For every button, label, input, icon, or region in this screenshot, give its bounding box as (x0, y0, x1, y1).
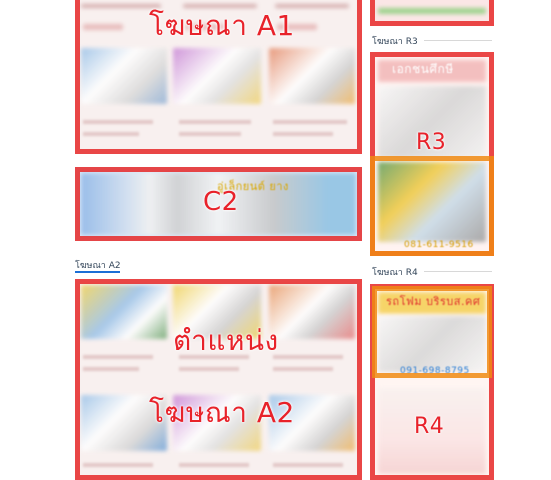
ad-slot-r4-header-text: รถโฟม บริรบส.คศ (386, 295, 481, 308)
ad-slot-r4-label: R4 (414, 414, 445, 439)
ad-slot-c2[interactable]: อู่เล็กยนต์ ยาง C2 (75, 167, 362, 241)
ad-slot-a2[interactable]: ตำแหน่ง โฆษณา A2 (75, 279, 362, 480)
section-label-r3: โฆษณา R3 (372, 34, 418, 48)
ad-slot-c2-label: C2 (203, 187, 239, 217)
ad-slot-a2-label-line1: ตำแหน่ง (173, 324, 279, 357)
ad-slot-r3-label: R3 (416, 130, 447, 155)
ad-slot-r3-header-text: เอกชนศึกษี (392, 62, 454, 76)
ad-slot-r4[interactable]: รถโฟม บริรบส.คศ 091-698-8795 R4 (370, 284, 494, 480)
section-label-r3-text: โฆษณา R3 (372, 37, 418, 47)
ad-slot-r3[interactable]: เอกชนศึกษี 081-611-9516 R3 (370, 52, 494, 256)
section-label-r4-text: โฆษณา R4 (372, 268, 418, 278)
ad-slot-a1[interactable]: โฆษณา A1 (75, 0, 362, 154)
section-label-a2-text: โฆษณา A2 (75, 261, 121, 271)
ad-slot-a1-label: โฆษณา A1 (149, 9, 295, 42)
ad-slot-r3-footer-text: 081-611-9516 (404, 240, 474, 250)
section-label-r4: โฆษณา R4 (372, 265, 418, 279)
ad-slot-r2-partial[interactable] (370, 0, 494, 26)
ad-slot-a2-label-line2: โฆษณา A2 (149, 396, 295, 429)
section-label-a2-underline (75, 271, 120, 273)
section-label-a2: โฆษณา A2 (75, 258, 121, 272)
page-root: โฆษณา A1 อู่เล็กยนต์ ยาง C2 โฆษณา A2 ตำแ… (0, 0, 551, 480)
ad-slot-r4-phone: 091-698-8795 (400, 366, 470, 376)
